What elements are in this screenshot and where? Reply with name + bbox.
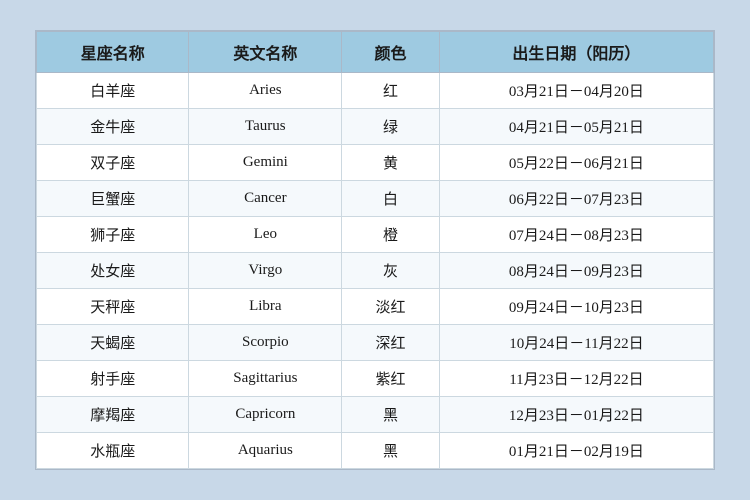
table-header-cell: 出生日期（阳历） [439,32,713,73]
table-cell-r8-c1: Sagittarius [189,361,342,397]
table-row: 射手座Sagittarius紫红11月23日－12月22日 [37,361,714,397]
table-cell-r7-c3: 10月24日－11月22日 [439,325,713,361]
table-body: 白羊座Aries红03月21日－04月20日金牛座Taurus绿04月21日－0… [37,73,714,469]
table-cell-r2-c2: 黄 [342,145,440,181]
table-cell-r5-c2: 灰 [342,253,440,289]
table-cell-r5-c3: 08月24日－09月23日 [439,253,713,289]
table-cell-r4-c1: Leo [189,217,342,253]
table-cell-r6-c1: Libra [189,289,342,325]
table-cell-r10-c1: Aquarius [189,433,342,469]
table-cell-r10-c3: 01月21日－02月19日 [439,433,713,469]
table-header-row: 星座名称英文名称颜色出生日期（阳历） [37,32,714,73]
table-cell-r10-c0: 水瓶座 [37,433,189,469]
table-row: 摩羯座Capricorn黑12月23日－01月22日 [37,397,714,433]
table-cell-r8-c2: 紫红 [342,361,440,397]
table-row: 处女座Virgo灰08月24日－09月23日 [37,253,714,289]
table-cell-r9-c1: Capricorn [189,397,342,433]
table-cell-r7-c0: 天蝎座 [37,325,189,361]
table-cell-r9-c2: 黑 [342,397,440,433]
table-cell-r10-c2: 黑 [342,433,440,469]
table-header-cell: 英文名称 [189,32,342,73]
table-cell-r2-c3: 05月22日－06月21日 [439,145,713,181]
table-cell-r3-c1: Cancer [189,181,342,217]
table-cell-r7-c1: Scorpio [189,325,342,361]
table-cell-r3-c3: 06月22日－07月23日 [439,181,713,217]
table-cell-r5-c0: 处女座 [37,253,189,289]
table-row: 金牛座Taurus绿04月21日－05月21日 [37,109,714,145]
table-cell-r1-c1: Taurus [189,109,342,145]
zodiac-table-container: 星座名称英文名称颜色出生日期（阳历） 白羊座Aries红03月21日－04月20… [35,30,715,470]
table-row: 水瓶座Aquarius黑01月21日－02月19日 [37,433,714,469]
table-row: 双子座Gemini黄05月22日－06月21日 [37,145,714,181]
table-row: 天蝎座Scorpio深红10月24日－11月22日 [37,325,714,361]
table-cell-r1-c0: 金牛座 [37,109,189,145]
table-cell-r4-c2: 橙 [342,217,440,253]
table-cell-r0-c2: 红 [342,73,440,109]
table-header-cell: 颜色 [342,32,440,73]
table-cell-r7-c2: 深红 [342,325,440,361]
table-cell-r1-c3: 04月21日－05月21日 [439,109,713,145]
table-cell-r3-c2: 白 [342,181,440,217]
table-cell-r4-c0: 狮子座 [37,217,189,253]
table-cell-r2-c0: 双子座 [37,145,189,181]
table-header-cell: 星座名称 [37,32,189,73]
table-cell-r0-c0: 白羊座 [37,73,189,109]
zodiac-table: 星座名称英文名称颜色出生日期（阳历） 白羊座Aries红03月21日－04月20… [36,31,714,469]
table-cell-r6-c3: 09月24日－10月23日 [439,289,713,325]
table-row: 白羊座Aries红03月21日－04月20日 [37,73,714,109]
table-cell-r0-c1: Aries [189,73,342,109]
table-cell-r2-c1: Gemini [189,145,342,181]
table-cell-r9-c0: 摩羯座 [37,397,189,433]
table-cell-r0-c3: 03月21日－04月20日 [439,73,713,109]
table-row: 巨蟹座Cancer白06月22日－07月23日 [37,181,714,217]
table-row: 天秤座Libra淡红09月24日－10月23日 [37,289,714,325]
table-row: 狮子座Leo橙07月24日－08月23日 [37,217,714,253]
table-cell-r5-c1: Virgo [189,253,342,289]
table-cell-r9-c3: 12月23日－01月22日 [439,397,713,433]
table-cell-r6-c0: 天秤座 [37,289,189,325]
table-cell-r8-c0: 射手座 [37,361,189,397]
table-cell-r6-c2: 淡红 [342,289,440,325]
table-cell-r8-c3: 11月23日－12月22日 [439,361,713,397]
table-cell-r4-c3: 07月24日－08月23日 [439,217,713,253]
table-cell-r3-c0: 巨蟹座 [37,181,189,217]
table-cell-r1-c2: 绿 [342,109,440,145]
